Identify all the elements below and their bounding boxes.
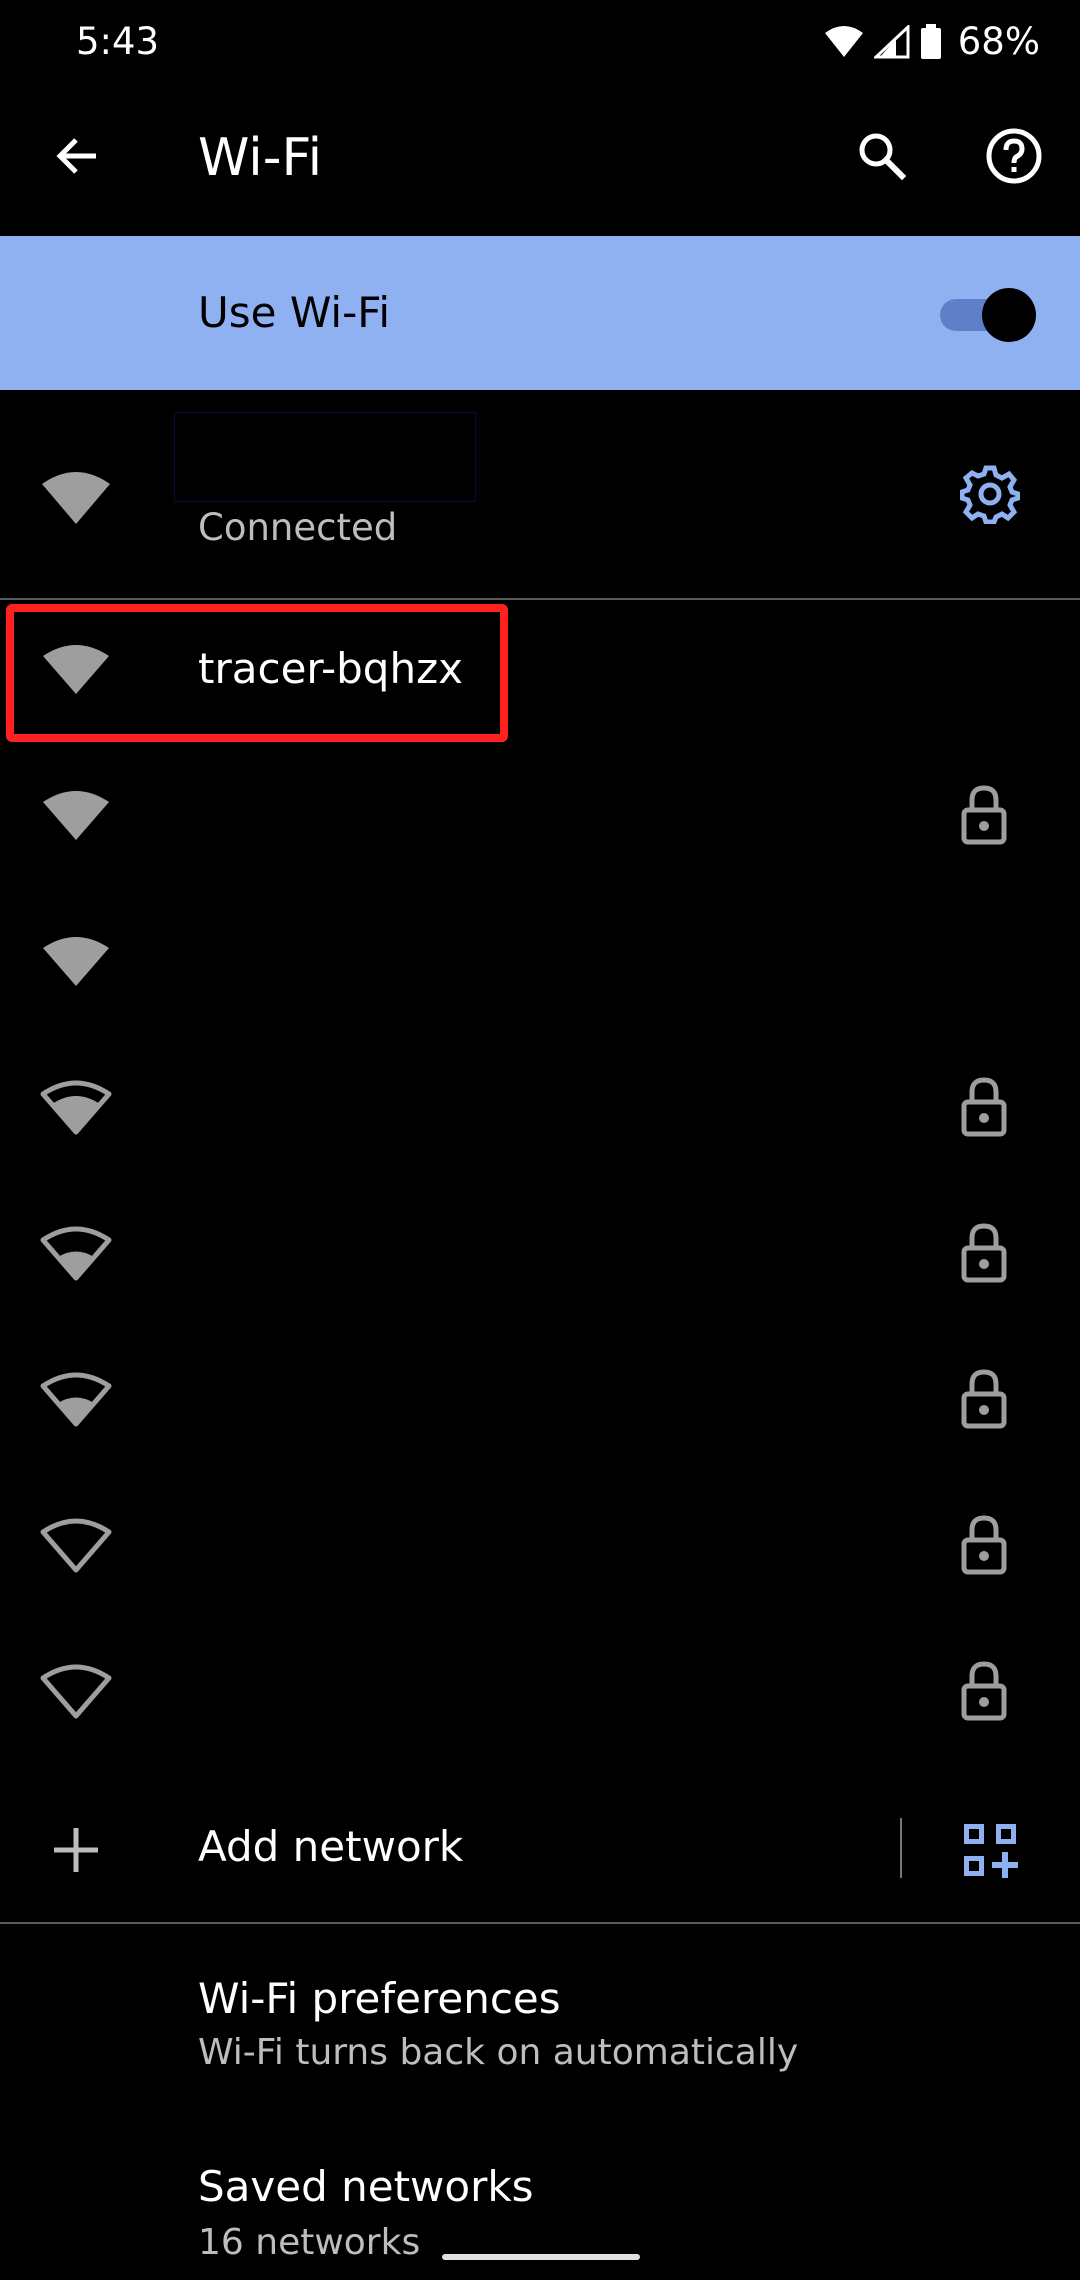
wifi-network-row[interactable]	[0, 1476, 1080, 1622]
wifi-network-row[interactable]	[0, 1330, 1080, 1476]
status-bar: 5:43 68%	[0, 0, 1080, 90]
battery-percent: 68%	[957, 20, 1040, 63]
connected-status: Connected	[198, 506, 398, 549]
toggle-thumb	[982, 288, 1036, 342]
add-network-label: Add network	[198, 1822, 464, 1871]
search-icon	[859, 133, 907, 181]
saved-networks-subtitle: 16 networks	[198, 2222, 421, 2263]
lock-icon	[961, 1661, 1007, 1721]
use-wifi-label: Use Wi-Fi	[198, 288, 391, 337]
lock-icon	[961, 1369, 1007, 1429]
lock-icon	[961, 1515, 1007, 1575]
wifi-signal-2-icon	[40, 1372, 112, 1427]
back-arrow-icon	[56, 138, 96, 174]
app-bar: Wi-Fi	[0, 90, 1080, 236]
plus-icon	[54, 1828, 98, 1872]
wifi-network-row[interactable]	[0, 1622, 1080, 1768]
wifi-preferences-row[interactable]: Wi-Fi preferences Wi-Fi turns back on au…	[0, 1924, 1080, 2114]
use-wifi-row[interactable]: Use Wi-Fi	[0, 236, 1080, 390]
wifi-signal-full-icon	[43, 937, 109, 986]
add-network-row[interactable]: Add network	[0, 1776, 1080, 1922]
page-title: Wi-Fi	[198, 128, 323, 188]
home-indicator[interactable]	[442, 2254, 640, 2260]
battery-icon	[920, 23, 941, 59]
lock-icon	[961, 1223, 1007, 1283]
status-time: 5:43	[76, 20, 160, 63]
help-icon	[986, 128, 1042, 184]
help-button[interactable]	[978, 120, 1050, 192]
wifi-status-icon	[824, 25, 863, 57]
vertical-divider	[900, 1818, 902, 1878]
search-button[interactable]	[846, 120, 918, 192]
wifi-network-row[interactable]	[0, 1038, 1080, 1184]
wifi-signal-full-icon	[43, 791, 109, 840]
qr-code-scan-icon[interactable]	[960, 1820, 1020, 1880]
gear-icon	[960, 465, 1020, 524]
saved-networks-title: Saved networks	[198, 2162, 534, 2211]
wifi-network-row[interactable]	[0, 746, 1080, 892]
wifi-signal-3-icon	[40, 1080, 112, 1135]
highlight-box	[6, 604, 508, 742]
wifi-preferences-title: Wi-Fi preferences	[198, 1974, 561, 2023]
wifi-preferences-subtitle: Wi-Fi turns back on automatically	[198, 2032, 799, 2073]
wifi-signal-1-icon	[40, 1664, 112, 1719]
wifi-network-row[interactable]	[0, 892, 1080, 1038]
lock-icon	[961, 785, 1007, 845]
use-wifi-toggle[interactable]	[936, 286, 1036, 342]
connected-network-name	[174, 412, 476, 502]
wifi-network-row[interactable]	[0, 1184, 1080, 1330]
status-icons: 68%	[824, 20, 1040, 63]
cell-signal-icon	[873, 24, 910, 58]
wifi-signal-2-icon	[40, 1226, 112, 1281]
wifi-signal-1-icon	[40, 1518, 112, 1573]
network-settings-button[interactable]	[952, 456, 1028, 532]
connected-network-row[interactable]: Connected	[0, 390, 1080, 598]
back-button[interactable]	[42, 120, 114, 192]
lock-icon	[961, 1077, 1007, 1137]
wifi-signal-full-icon	[42, 472, 110, 524]
